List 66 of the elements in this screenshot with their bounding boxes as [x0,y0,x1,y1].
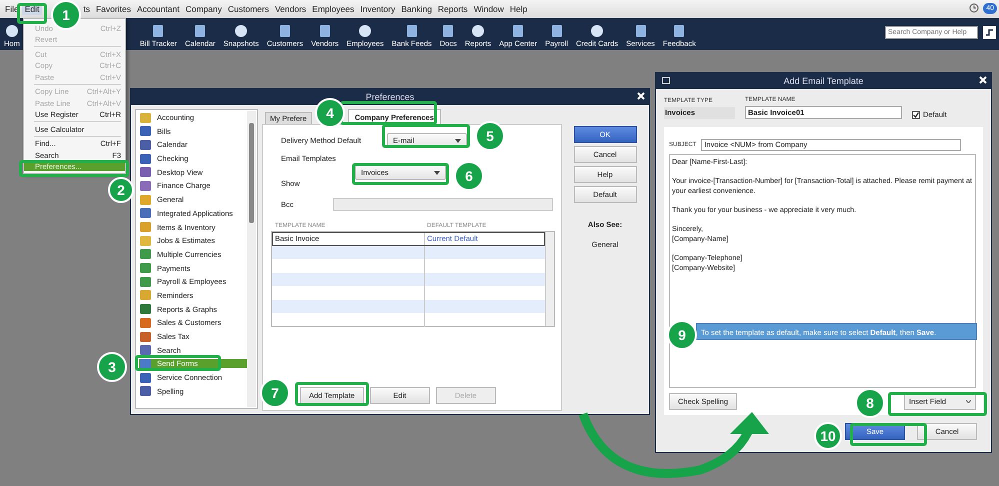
tile-icon [140,140,151,150]
circle-icon [6,25,18,37]
tile-icon [140,345,151,356]
document-icon [320,25,330,37]
document-icon [153,25,164,37]
bcc-field[interactable] [333,198,553,211]
menu-item[interactable]: Employees [309,3,358,15]
menu-item[interactable]: Help [506,3,530,15]
document-icon [513,25,524,37]
help-icon[interactable] [983,26,996,39]
document-icon [443,25,454,37]
menu-item[interactable]: Accountant [134,3,182,15]
document-icon [636,25,646,37]
circle-icon [359,25,372,37]
window-icon [662,77,670,84]
circle-icon [591,25,604,37]
menu-item[interactable]: ts [80,3,93,15]
tile-icon [140,154,151,164]
tile-icon [140,167,151,178]
caret-icon [434,170,440,174]
default-checkbox[interactable] [912,110,920,118]
menu-item[interactable]: Vendors [272,3,310,15]
tile-icon [140,180,151,191]
document-icon [674,25,684,37]
caret-icon [455,138,461,142]
tile-icon [140,332,151,342]
tile-icon [140,263,151,274]
menu-item[interactable]: Favorites [92,3,134,15]
menu-item[interactable]: Inventory [357,3,398,15]
circle-icon [472,25,484,37]
document-icon [406,25,417,37]
menu-item[interactable]: Reports [434,3,471,15]
scrollbar[interactable] [247,111,256,407]
tile-icon [140,276,151,287]
step-badge: 3 [97,352,127,382]
menu-item[interactable]: Customers [224,3,272,15]
step-badge: 2 [108,177,134,203]
tile-icon [140,126,151,136]
window-title: Add Email Template [784,76,864,86]
tile-icon [140,194,151,205]
menu-item[interactable]: Banking [398,3,435,15]
close-icon[interactable] [637,92,645,100]
highlight-frame [17,3,47,24]
tile-icon [140,112,151,122]
scrollbar[interactable] [545,232,554,326]
tile-icon [140,290,151,300]
menu-item[interactable]: Window [470,3,507,15]
tile-icon [140,372,151,383]
tile-icon [140,358,151,369]
tile-icon [140,318,151,328]
tile-icon [140,208,151,218]
circle-icon [235,25,248,37]
clock-icon[interactable] [969,3,979,13]
document-icon [280,25,290,37]
close-icon[interactable] [979,76,987,84]
tile-icon [140,386,151,396]
document-icon [195,25,206,37]
tile-icon [140,236,151,246]
menu-item[interactable]: Company [182,3,225,15]
tile-icon [140,304,151,314]
caret-icon [966,400,971,403]
document-icon [552,25,562,37]
window-title: Preferences [366,92,414,102]
message-body-field[interactable] [669,154,976,388]
tile-icon [140,249,151,260]
tile-icon [140,222,151,232]
